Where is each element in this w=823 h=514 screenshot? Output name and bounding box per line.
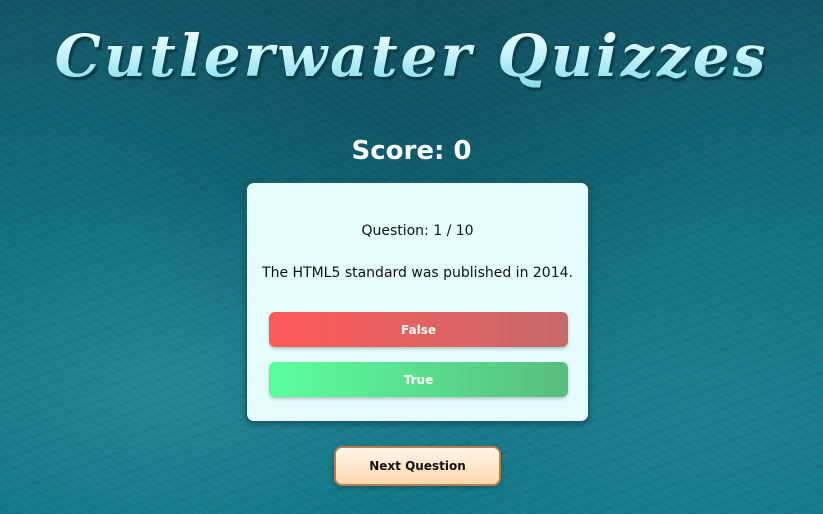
question-counter: Question: 1 / 10 [361,223,474,239]
score-display: Score: 0 [351,136,472,166]
app-title: Cutlerwater Quizzes [0,22,823,90]
question-text: The HTML5 standard was published in 2014… [262,265,573,281]
question-card: Question: 1 / 10 The HTML5 standard was … [245,181,590,423]
answer-true-button[interactable]: True [269,362,568,397]
next-question-button[interactable]: Next Question [334,446,501,486]
answer-false-button[interactable]: False [269,312,568,347]
